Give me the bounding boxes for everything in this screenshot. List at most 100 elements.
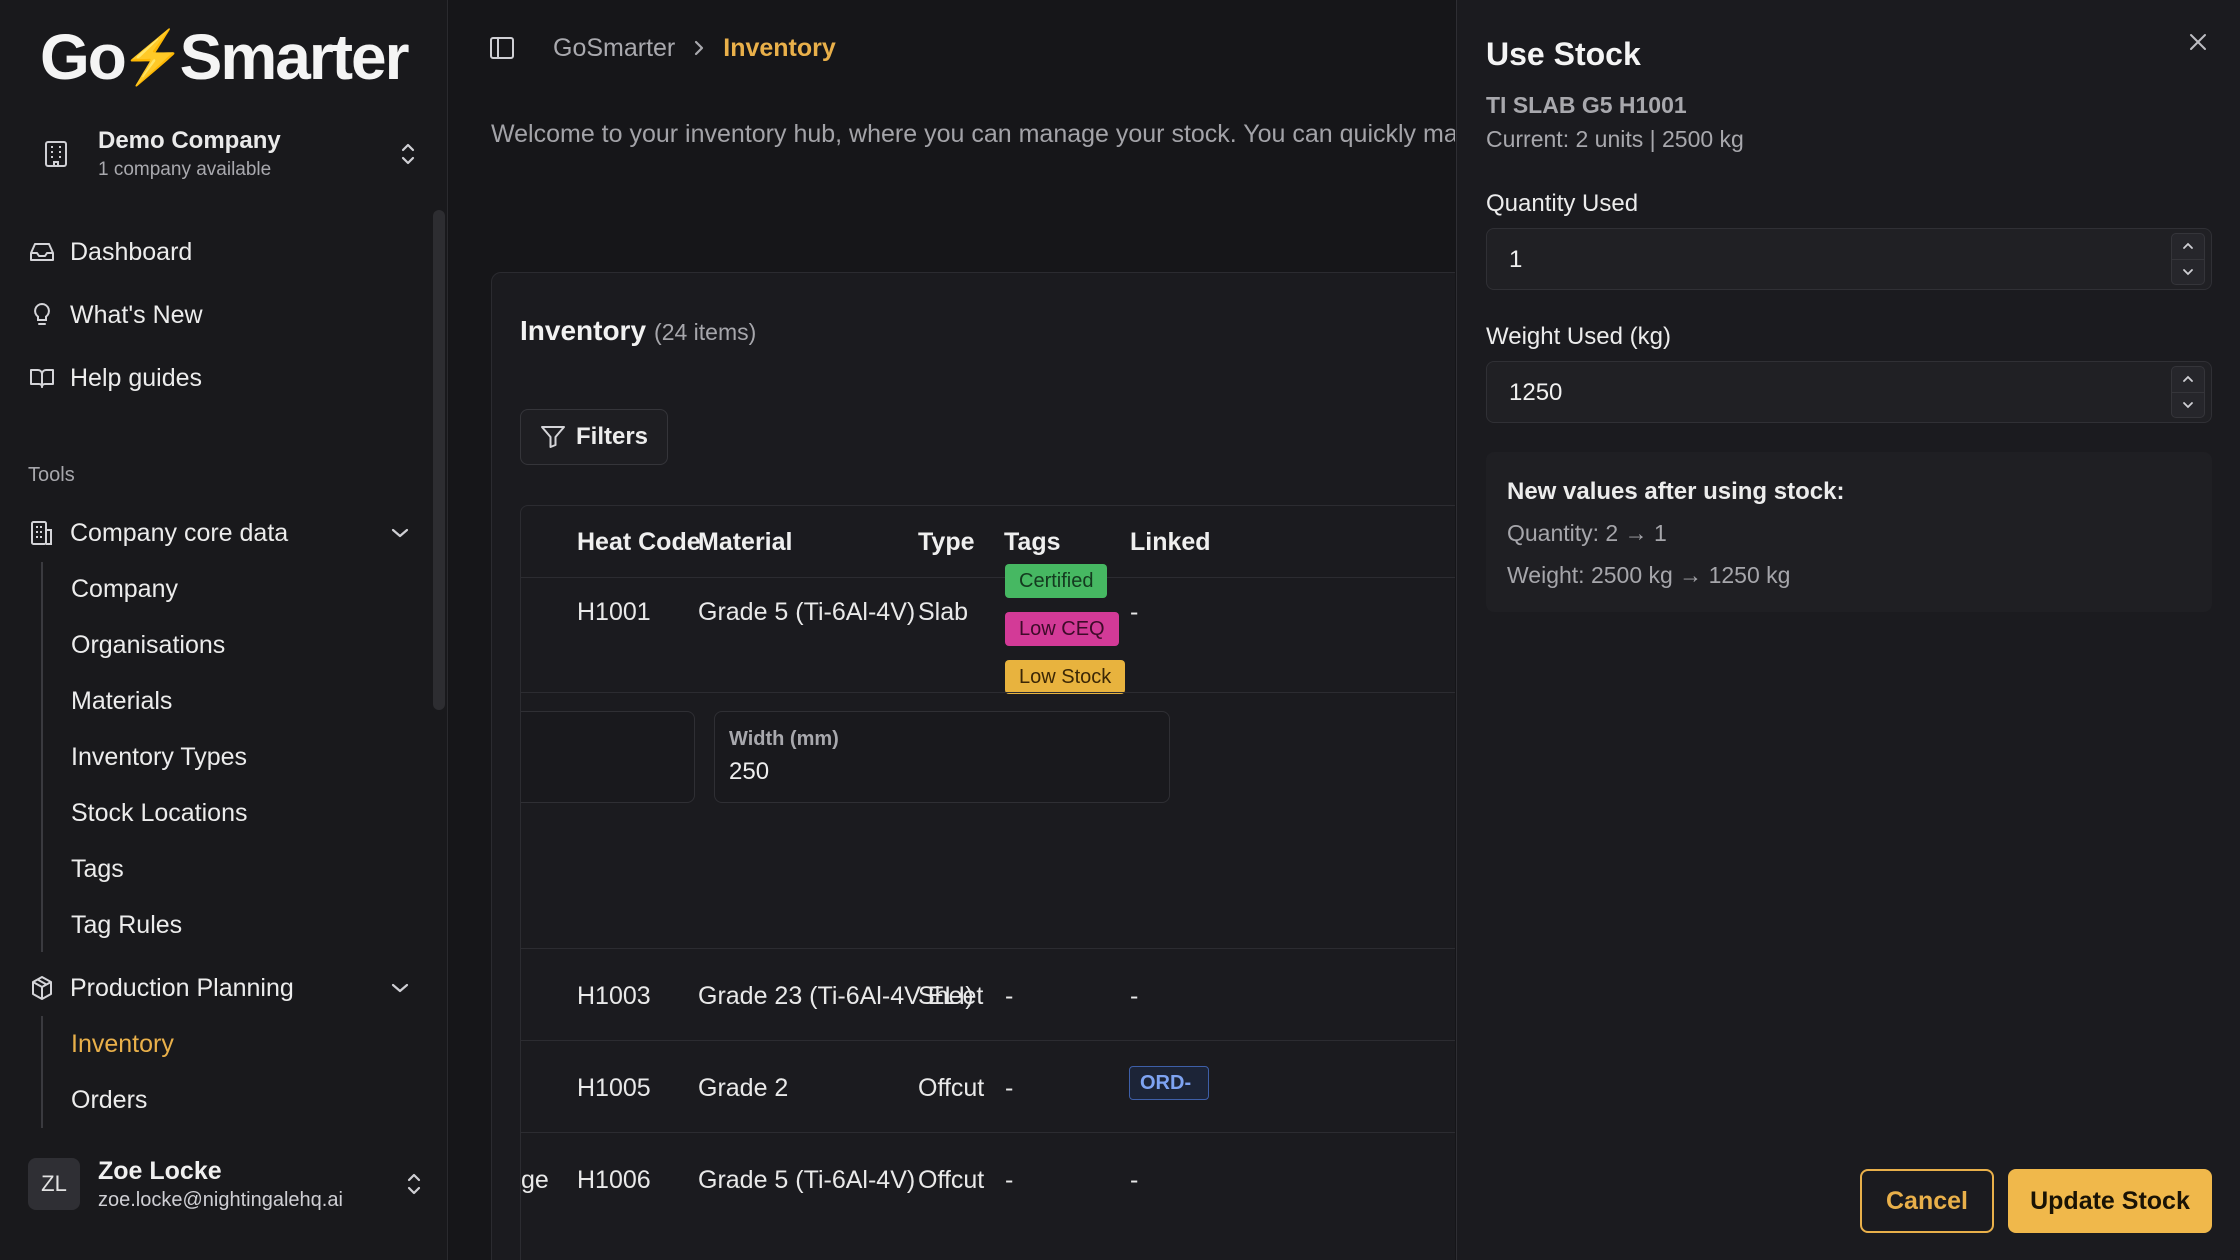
welcome-text: Welcome to your inventory hub, where you…	[491, 120, 1455, 148]
weight-used-input[interactable]: 1250	[1486, 361, 2212, 423]
detail-width-value: 250	[729, 758, 770, 785]
cell-linked: -	[1130, 598, 1139, 626]
weight-used-value: 1250	[1509, 379, 1563, 406]
company-subtitle: 1 company available	[98, 159, 272, 180]
chevrons-up-down-icon	[392, 141, 424, 167]
quantity-used-label: Quantity Used	[1486, 190, 1639, 217]
close-icon[interactable]	[2184, 28, 2212, 56]
nav-whats-new-label: What's New	[70, 300, 203, 329]
book-open-icon	[28, 364, 56, 392]
inventory-count: (24 items)	[654, 319, 757, 345]
stock-item-name: TI SLAB G5 H1001	[1486, 92, 1687, 118]
sidebar-toggle-icon[interactable]	[489, 36, 515, 60]
nav-company[interactable]: Company	[71, 569, 178, 609]
logo-text-left: Go	[40, 21, 127, 93]
cell-type: Sheet	[918, 982, 984, 1010]
chevron-down-icon[interactable]	[2171, 259, 2205, 285]
nav-production-planning-label: Production Planning	[70, 973, 294, 1002]
chevron-right-icon	[693, 39, 705, 57]
nav-tag-rules[interactable]: Tag Rules	[71, 905, 182, 945]
company-name: Demo Company	[98, 127, 281, 154]
nav-inventory[interactable]: Inventory	[71, 1024, 174, 1064]
chevron-down-icon[interactable]	[390, 982, 410, 994]
filters-label: Filters	[575, 423, 649, 450]
building-icon	[28, 519, 56, 547]
chevron-down-icon[interactable]	[2171, 392, 2205, 418]
filters-button[interactable]: Filters	[520, 409, 668, 465]
weight-used-label: Weight Used (kg)	[1486, 323, 1671, 350]
quantity-stepper[interactable]	[2171, 233, 2205, 285]
main-content: GoSmarter Inventory Welcome to your inve…	[449, 0, 1455, 1260]
row-divider	[521, 1132, 1455, 1133]
user-menu[interactable]: ZL Zoe Locke zoe.locke@nightingalehq.ai	[28, 1148, 424, 1220]
column-material[interactable]: Material	[698, 528, 792, 557]
filter-icon	[540, 425, 566, 449]
nav-company-core-data-label: Company core data	[70, 518, 289, 547]
package-icon	[28, 974, 56, 1002]
breadcrumb-current: Inventory	[723, 33, 836, 62]
nav-production-planning[interactable]: Production Planning	[28, 968, 418, 1008]
column-tags[interactable]: Tags	[1004, 528, 1061, 557]
nav-inventory-types[interactable]: Inventory Types	[71, 737, 247, 777]
tag-low-stock: Low Stock	[1005, 660, 1126, 694]
cell-type: Offcut	[918, 1166, 985, 1194]
column-heat-code[interactable]: Heat Code	[577, 528, 701, 557]
chevron-up-icon[interactable]	[2171, 233, 2205, 260]
quantity-used-value: 1	[1509, 246, 1523, 273]
user-email: zoe.locke@nightingalehq.ai	[98, 1188, 343, 1211]
detail-width-box: Width (mm) 250	[714, 711, 1170, 803]
nav-help-guides-label: Help guides	[70, 363, 203, 392]
company-switcher[interactable]: Demo Company 1 company available	[28, 118, 424, 190]
breadcrumb: GoSmarter Inventory	[489, 28, 836, 68]
row-divider	[521, 692, 1455, 693]
chevron-up-icon[interactable]	[2171, 366, 2205, 393]
nav-help-guides[interactable]: Help guides	[28, 358, 418, 398]
logo-bolt-icon: ⚡	[120, 28, 186, 87]
cell-type: Slab	[918, 598, 969, 626]
logo-text-right: Smarter	[179, 21, 410, 93]
tag-low-ceq: Low CEQ	[1005, 612, 1119, 646]
cell-heat-code: H1005	[577, 1074, 651, 1102]
inventory-card: Inventory (24 items) Filters Heat Code Ma…	[491, 272, 1455, 1260]
detail-width-label: Width (mm)	[729, 728, 839, 750]
table-header: Heat Code Material Type Tags Linked	[521, 506, 1455, 578]
cell-linked: -	[1130, 1166, 1139, 1194]
cell-heat-code: H1006	[577, 1166, 651, 1194]
quantity-used-input[interactable]: 1	[1486, 228, 2212, 290]
nav-organisations[interactable]: Organisations	[71, 625, 225, 665]
sidebar: Go ⚡ Smarter Demo Company 1 company availa…	[0, 0, 448, 1260]
nav-company-core-data[interactable]: Company core data	[28, 513, 418, 553]
inbox-icon	[28, 238, 56, 266]
new-values-preview: New values after using stock: Quantity: …	[1486, 452, 2212, 612]
column-linked[interactable]: Linked	[1130, 528, 1211, 557]
cell-heat-code: H1001	[577, 598, 651, 626]
building-icon	[28, 140, 84, 168]
nav-materials[interactable]: Materials	[71, 681, 172, 721]
current-stock: Current: 2 units | 2500 kg	[1486, 126, 1744, 152]
cell-type: Offcut	[918, 1074, 985, 1102]
chevrons-up-down-icon	[404, 1171, 424, 1197]
weight-stepper[interactable]	[2171, 366, 2205, 418]
cell-linked: -	[1130, 982, 1139, 1010]
cancel-button[interactable]: Cancel	[1860, 1169, 1994, 1233]
column-type[interactable]: Type	[918, 528, 975, 557]
nav-orders[interactable]: Orders	[71, 1080, 147, 1120]
detail-field-box	[521, 711, 695, 803]
linked-order-badge[interactable]: ORD-	[1129, 1066, 1209, 1100]
tag-certified: Certified	[1005, 564, 1108, 598]
cell-truncated: ge	[521, 1166, 549, 1194]
breadcrumb-root[interactable]: GoSmarter	[553, 34, 675, 63]
nav-tags[interactable]: Tags	[71, 849, 124, 889]
nav-whats-new[interactable]: What's New	[28, 295, 418, 335]
nav-stock-locations[interactable]: Stock Locations	[71, 793, 248, 833]
avatar: ZL	[28, 1158, 80, 1210]
nav-dashboard[interactable]: Dashboard	[28, 232, 418, 272]
nav-dashboard-label: Dashboard	[70, 237, 193, 266]
cell-heat-code: H1003	[577, 982, 651, 1010]
update-stock-button[interactable]: Update Stock	[2008, 1169, 2212, 1233]
gosmarter-logo[interactable]: Go ⚡ Smarter	[40, 21, 410, 93]
sidebar-scrollbar[interactable]	[433, 210, 445, 710]
cell-material: Grade 5 (Ti-6Al-4V)	[698, 598, 916, 626]
chevron-down-icon[interactable]	[390, 527, 410, 539]
cell-material: Grade 2	[698, 1074, 789, 1102]
